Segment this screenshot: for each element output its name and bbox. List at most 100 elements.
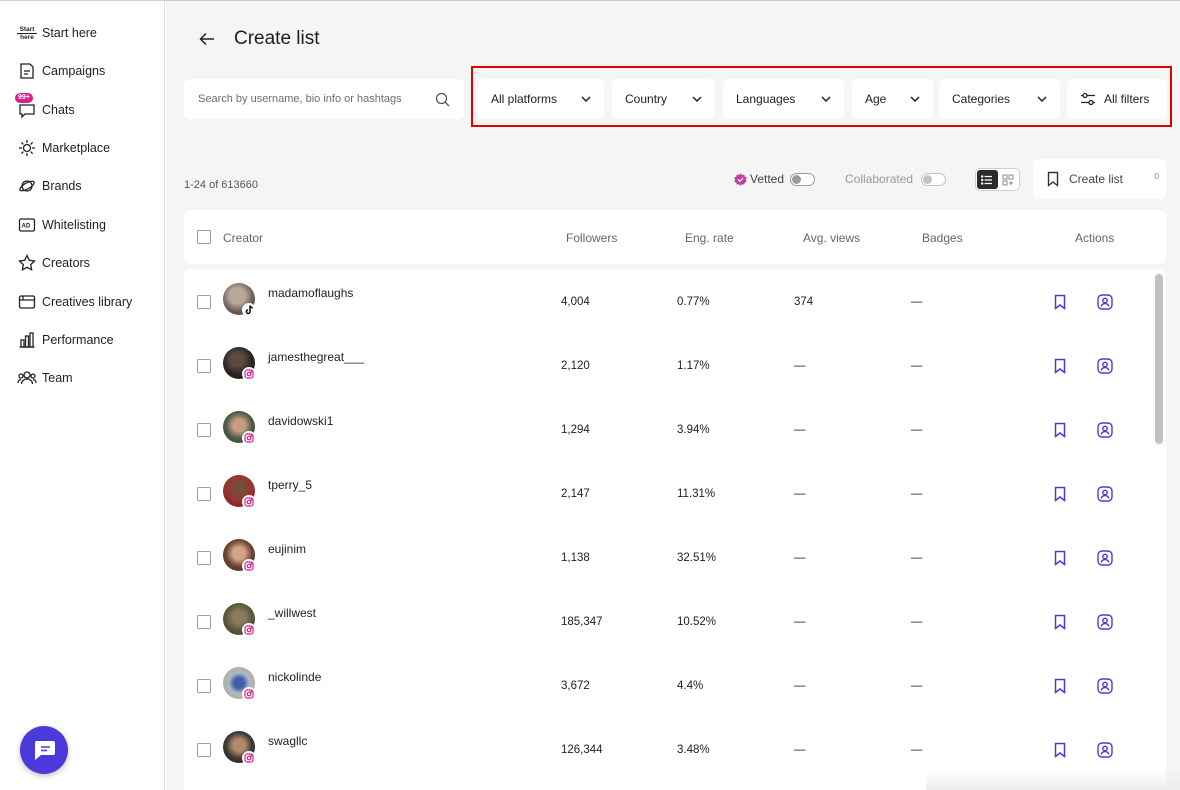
row-checkbox[interactable] bbox=[197, 423, 211, 437]
search-bar[interactable] bbox=[184, 79, 464, 119]
sidebar-item-creators[interactable]: Creators bbox=[17, 252, 90, 274]
list-view-button[interactable] bbox=[977, 170, 998, 189]
sidebar-item-campaigns[interactable]: Campaigns bbox=[17, 60, 105, 82]
followers-cell: 1,294 bbox=[561, 424, 590, 436]
list-count: 0 bbox=[1154, 172, 1159, 181]
sidebar-item-chats[interactable]: 99+ Chats bbox=[15, 93, 75, 121]
filter-languages[interactable]: Languages bbox=[723, 79, 844, 119]
table-row[interactable]: _willwest 185,347 10.52% — — bbox=[184, 589, 1154, 653]
vetted-toggle-group: Vetted bbox=[734, 172, 816, 186]
row-checkbox[interactable] bbox=[197, 487, 211, 501]
table-row[interactable]: davidowski1 1,294 3.94% — — bbox=[184, 397, 1154, 461]
support-chat-button[interactable] bbox=[20, 726, 68, 774]
instagram-icon bbox=[242, 687, 256, 701]
whitelisting-icon: AD bbox=[17, 215, 37, 235]
sidebar-item-team[interactable]: Team bbox=[17, 367, 73, 389]
creator-username[interactable]: jamesthegreat___ bbox=[268, 350, 364, 364]
bookmark-icon bbox=[1054, 422, 1066, 438]
row-checkbox[interactable] bbox=[197, 615, 211, 629]
table-scrollbar-thumb[interactable] bbox=[1155, 274, 1163, 444]
table-row[interactable]: eujinim 1,138 32.51% — — bbox=[184, 525, 1154, 589]
page-title: Create list bbox=[234, 28, 320, 49]
search-icon[interactable] bbox=[435, 92, 450, 107]
avg-views-cell: — bbox=[794, 488, 806, 500]
creator-username[interactable]: davidowski1 bbox=[268, 414, 333, 428]
sidebar-item-label: Chats bbox=[42, 103, 75, 117]
collaborated-toggle[interactable] bbox=[921, 172, 947, 186]
creator-username[interactable]: tperry_5 bbox=[268, 478, 312, 492]
row-checkbox[interactable] bbox=[197, 295, 211, 309]
bookmark-icon bbox=[1054, 614, 1066, 630]
vetted-badge-icon bbox=[734, 173, 747, 186]
save-to-list-button[interactable] bbox=[1052, 293, 1068, 311]
creator-username[interactable]: nickolinde bbox=[268, 670, 321, 684]
view-profile-button[interactable] bbox=[1097, 293, 1113, 311]
grid-view-button[interactable] bbox=[998, 170, 1019, 189]
view-mode-toggle bbox=[975, 168, 1020, 191]
grid-view-icon bbox=[1002, 174, 1014, 185]
column-header-followers[interactable]: Followers bbox=[566, 231, 617, 245]
column-header-creator[interactable]: Creator bbox=[223, 231, 263, 245]
search-input[interactable] bbox=[198, 93, 435, 105]
creator-username[interactable]: eujinim bbox=[268, 542, 306, 556]
save-to-list-button[interactable] bbox=[1052, 613, 1068, 631]
filter-all-platforms[interactable]: All platforms bbox=[478, 79, 604, 119]
bookmark-icon bbox=[1054, 486, 1066, 502]
row-checkbox[interactable] bbox=[197, 743, 211, 757]
marketplace-icon bbox=[17, 138, 37, 158]
save-to-list-button[interactable] bbox=[1052, 549, 1068, 567]
instagram-icon bbox=[242, 559, 256, 573]
create-list-button[interactable]: Create list 0 bbox=[1033, 159, 1166, 199]
followers-cell: 2,120 bbox=[561, 360, 590, 372]
view-profile-button[interactable] bbox=[1097, 421, 1113, 439]
save-to-list-button[interactable] bbox=[1052, 357, 1068, 375]
select-all-checkbox[interactable] bbox=[197, 230, 211, 244]
row-checkbox[interactable] bbox=[197, 359, 211, 373]
badges-cell: — bbox=[911, 360, 923, 372]
view-profile-button[interactable] bbox=[1097, 613, 1113, 631]
view-profile-button[interactable] bbox=[1097, 549, 1113, 567]
table-row[interactable]: madamoflaughs 4,004 0.77% 374 — bbox=[184, 269, 1154, 333]
unread-badge: 99+ bbox=[15, 93, 33, 103]
view-profile-button[interactable] bbox=[1097, 741, 1113, 759]
column-header-eng-rate[interactable]: Eng. rate bbox=[685, 231, 734, 245]
chat-bubble-icon bbox=[34, 741, 55, 760]
back-button[interactable] bbox=[196, 28, 218, 50]
view-profile-button[interactable] bbox=[1097, 357, 1113, 375]
filter-country[interactable]: Country bbox=[612, 79, 715, 119]
creator-username[interactable]: madamoflaughs bbox=[268, 286, 353, 300]
creator-username[interactable]: _willwest bbox=[268, 606, 316, 620]
profile-icon bbox=[1097, 678, 1113, 694]
sidebar-item-start-here[interactable]: Start here Start here bbox=[17, 22, 97, 44]
save-to-list-button[interactable] bbox=[1052, 677, 1068, 695]
all-filters-button[interactable]: All filters bbox=[1067, 79, 1167, 119]
vetted-toggle[interactable] bbox=[790, 172, 816, 186]
save-to-list-button[interactable] bbox=[1052, 485, 1068, 503]
eng-rate-cell: 4.4% bbox=[677, 680, 704, 692]
row-checkbox[interactable] bbox=[197, 679, 211, 693]
team-icon bbox=[17, 368, 37, 388]
creatives-library-icon bbox=[17, 292, 37, 312]
sidebar-item-performance[interactable]: Performance bbox=[17, 329, 114, 351]
bar-chart-icon bbox=[17, 330, 37, 350]
sidebar-item-whitelisting[interactable]: AD Whitelisting bbox=[17, 214, 106, 236]
creator-username[interactable]: swagllc bbox=[268, 734, 307, 748]
row-checkbox[interactable] bbox=[197, 551, 211, 565]
eng-rate-cell: 11.31% bbox=[677, 488, 716, 500]
sidebar: Start here Start here Campaigns 99+ Chats… bbox=[0, 1, 165, 790]
sidebar-item-creatives-library[interactable]: Creatives library bbox=[17, 291, 132, 313]
filter-age[interactable]: Age bbox=[852, 79, 933, 119]
column-header-avg-views[interactable]: Avg. views bbox=[803, 231, 860, 245]
view-profile-button[interactable] bbox=[1097, 677, 1113, 695]
view-profile-button[interactable] bbox=[1097, 485, 1113, 503]
table-row[interactable]: tperry_5 2,147 11.31% — — bbox=[184, 461, 1154, 525]
table-row[interactable]: jamesthegreat___ 2,120 1.17% — — bbox=[184, 333, 1154, 397]
sidebar-item-brands[interactable]: Brands bbox=[17, 175, 82, 197]
sidebar-item-marketplace[interactable]: Marketplace bbox=[17, 137, 110, 159]
save-to-list-button[interactable] bbox=[1052, 741, 1068, 759]
profile-icon bbox=[1097, 742, 1113, 758]
save-to-list-button[interactable] bbox=[1052, 421, 1068, 439]
table-row[interactable]: nickolinde 3,672 4.4% — — bbox=[184, 653, 1154, 717]
followers-cell: 126,344 bbox=[561, 744, 603, 756]
filter-categories[interactable]: Categories bbox=[939, 79, 1060, 119]
